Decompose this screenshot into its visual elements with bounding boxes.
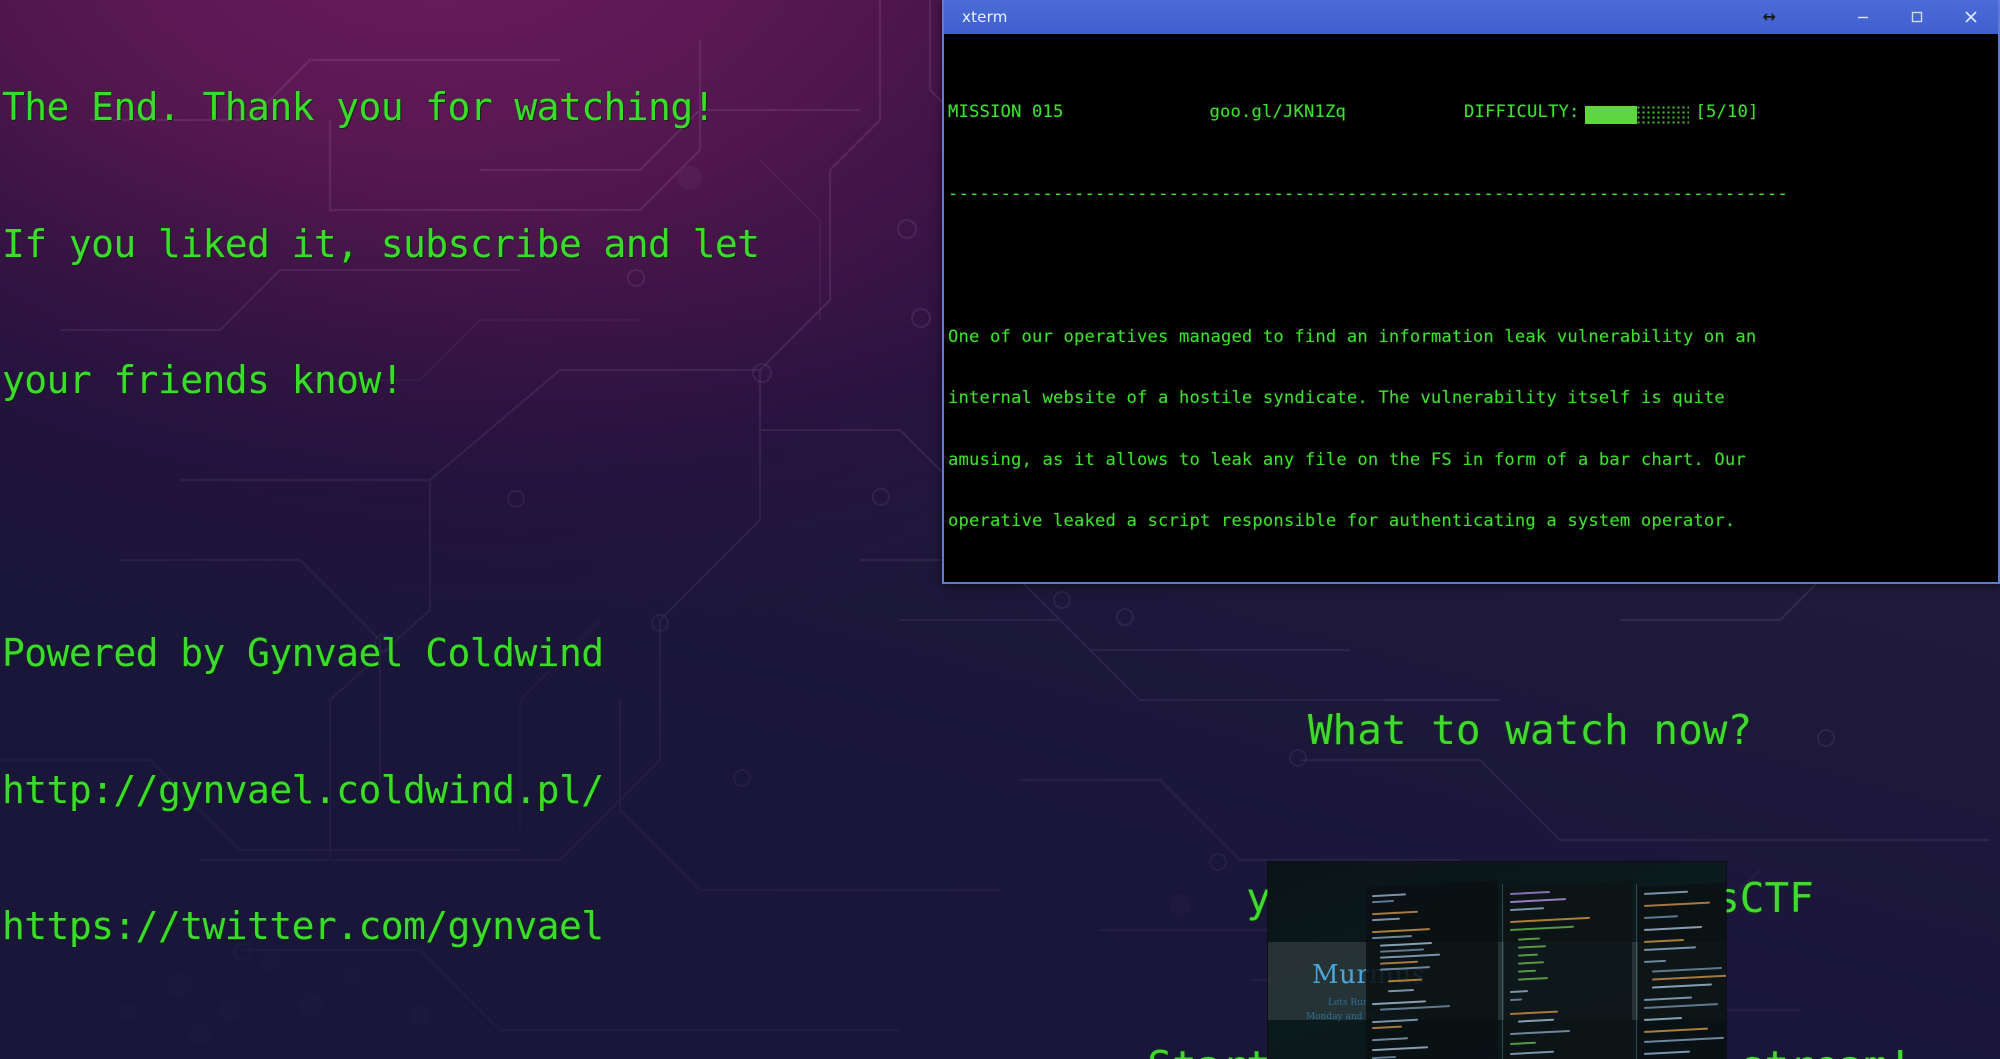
thumbnail-pane-divider [1636, 884, 1637, 1059]
briefing-line: operative leaked a script responsible fo… [948, 510, 1736, 531]
credits-line: The End. Thank you for watching! [2, 85, 716, 129]
promo-headline: What to watch now? [1307, 706, 1753, 754]
difficulty-value: [5/10] [1695, 102, 1759, 123]
mission-link[interactable]: goo.gl/JKN1Zq [1209, 102, 1345, 122]
difficulty-label: DIFFICULTY: [1463, 102, 1580, 123]
minimize-button[interactable] [1836, 0, 1890, 34]
terminal-output[interactable]: MISSION 015 goo.gl/JKN1Zq DIFFICULTY: [5… [944, 34, 1998, 582]
xterm-window[interactable]: xterm ↔ MISSION 015 goo.gl/JKN1Zq DIFFIC… [942, 0, 2000, 584]
close-button[interactable] [1944, 0, 1998, 34]
window-title: xterm [962, 8, 1008, 26]
video-thumbnail[interactable]: Murmus Lets Run an... Monday and Wednesd… [1268, 862, 1726, 1059]
window-titlebar[interactable]: xterm ↔ [944, 0, 1998, 34]
mission-id: MISSION 015 [948, 102, 1064, 123]
maximize-icon [1911, 11, 1923, 23]
credits-spacer [2, 495, 942, 541]
separator-dense-top: ----------------------------------------… [948, 184, 1788, 205]
credits-link-gynvael-twitter[interactable]: https://twitter.com/gynvael [2, 904, 942, 950]
mission-header-row: MISSION 015 goo.gl/JKN1Zq DIFFICULTY: [5… [948, 101, 1998, 125]
difficulty-meter [1585, 106, 1690, 125]
briefing-line: One of our operatives managed to find an… [948, 327, 1757, 348]
difficulty-meter-fill [1585, 106, 1638, 125]
thumbnail-code-pane [1366, 880, 1498, 1059]
credits-line: your friends know! [2, 358, 404, 402]
thumbnail-code-pane [1504, 880, 1632, 1059]
term-blank [948, 266, 1998, 286]
briefing-line: internal website of a hostile syndicate.… [948, 388, 1725, 409]
term-blank [948, 572, 1998, 582]
minimize-icon [1858, 16, 1868, 19]
close-icon [1965, 11, 1977, 23]
thumbnail-pane-divider [1502, 884, 1503, 1059]
briefing-line: amusing, as it allows to leak any file o… [948, 449, 1746, 470]
thumbnail-code-pane [1638, 880, 1726, 1059]
credits-block: The End. Thank you for watching! If you … [2, 0, 942, 1059]
stream-outro-screen: The End. Thank you for watching! If you … [0, 0, 2000, 1059]
resize-cursor-icon: ↔ [1762, 7, 1776, 26]
credits-line: If you liked it, subscribe and let [2, 221, 760, 266]
credits-line: Powered by Gynvael Coldwind [2, 631, 604, 675]
credits-link-gynvael-site[interactable]: http://gynvael.coldwind.pl/ [2, 768, 942, 814]
credits-spacer [2, 1041, 942, 1059]
difficulty-meter-empty [1637, 106, 1690, 125]
maximize-button[interactable] [1890, 0, 1944, 34]
